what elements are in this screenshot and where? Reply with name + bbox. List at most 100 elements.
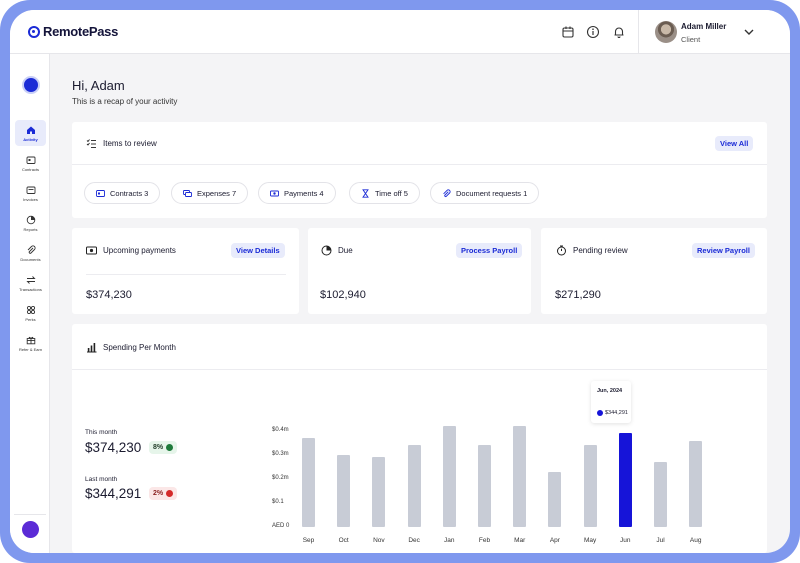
expenses-icon [183,189,192,197]
last-month-change-badge: 2% [149,487,178,500]
upcoming-payments-header: Upcoming payments [86,245,176,256]
user-role: Client [681,35,701,44]
x-axis-tick: Feb [478,537,491,544]
paperclip-icon [443,188,451,197]
card-divider [72,369,767,370]
chart-bar-apr[interactable] [548,471,562,527]
x-axis-tick: Nov [373,537,385,544]
sidebar-item-label: Refer & Earn [18,346,43,352]
view-all-button[interactable]: View All [715,136,754,151]
sidebar-item-label: Perks [25,316,36,322]
brand-logo-icon [28,25,40,38]
due-header: Due [321,245,353,256]
tooltip-value: $344,291 [605,410,628,416]
chart-bar-aug[interactable] [689,440,703,527]
review-chip-time-off[interactable]: Time off 5 [349,182,420,204]
transfer-icon [25,275,36,284]
sidebar-item-invoices[interactable]: Invoices [15,180,46,206]
last-month-value: $344,291 [85,486,142,501]
chart-bar-sep[interactable] [302,438,315,527]
x-axis-tick: Apr [549,537,560,544]
this-month-value: $374,230 [85,440,142,455]
bar-chart-icon [87,343,97,353]
review-chip-label: Time off 5 [375,188,408,198]
contract-icon [96,189,105,197]
review-chip-expenses[interactable]: Expenses 7 [171,182,249,204]
hourglass-icon [362,188,369,198]
clock-icon [321,245,332,256]
card-divider [72,164,767,165]
y-axis-tick: $0.2m [272,475,289,481]
chat-support-icon[interactable] [22,521,39,538]
review-chip-contracts[interactable]: Contracts 3 [84,182,161,204]
sidebar-item-contracts[interactable]: Contracts [15,150,46,176]
this-month-label: This month [85,429,118,436]
stopwatch-icon [557,245,566,256]
sidebar-item-reports[interactable]: Reports [15,210,46,236]
payment-icon [270,190,279,196]
review-chip-payments[interactable]: Payments 4 [258,182,336,204]
last-month-label: Last month [85,476,118,483]
chart-bar-dec[interactable] [407,445,421,527]
chart-tooltip: Jun, 2024 $344,291 [591,381,631,423]
chart-bar-jun[interactable] [618,433,632,527]
x-axis-tick: Jan [444,537,455,544]
cash-icon [86,246,97,255]
sidebar-item-label: Activity [23,136,38,142]
x-axis-tick: Sep [302,537,315,544]
x-axis-tick: May [583,537,597,544]
this-month-change: 8% [153,444,164,451]
sidebar: Activity Contracts Invoices Reports Docu… [10,54,50,553]
due-amount: $102,940 [320,289,366,301]
chevron-down-icon[interactable] [743,26,755,38]
upcoming-payments-amount: $374,230 [86,289,132,301]
tooltip-title: Jun, 2024 [597,388,623,394]
x-axis-tick: Jun [620,537,631,544]
page-subtitle: This is a recap of your activity [72,97,178,106]
brand-logo[interactable]: RemotePass [28,24,118,39]
sidebar-item-label: Transactions [19,286,42,292]
sidebar-item-label: Invoices [23,196,38,202]
spending-title: Spending Per Month [103,343,176,352]
items-to-review-title: Items to review [103,139,157,148]
pending-review-amount: $271,290 [555,289,601,301]
chart-bar-feb[interactable] [478,445,491,527]
upcoming-payments-title: Upcoming payments [103,246,176,255]
items-to-review-card [72,122,767,218]
x-axis-tick: Mar [514,537,526,544]
chart-bar-mar[interactable] [513,426,527,527]
sidebar-item-transactions[interactable]: Transactions [15,270,46,296]
spending-header: Spending Per Month [86,342,176,353]
chart-bar-jan[interactable] [442,426,456,527]
process-payroll-button[interactable]: Process Payroll [456,243,523,258]
x-axis-tick: Oct [338,537,349,544]
sidebar-item-perks[interactable]: Perks [15,300,46,326]
paperclip-icon [27,245,35,254]
review-chip-document-requests[interactable]: Document requests 1 [430,182,540,204]
chart-bar-jul[interactable] [654,462,667,527]
pending-review-title: Pending review [573,246,628,255]
sidebar-item-refer-earn[interactable]: Refer & Earn [15,330,46,356]
upcoming-payments-card [72,228,299,314]
review-chip-label: Contracts 3 [110,188,149,198]
chart-bar-may[interactable] [583,445,597,527]
view-details-button[interactable]: View Details [231,243,285,258]
company-avatar[interactable] [22,76,40,94]
review-payroll-button[interactable]: Review Payroll [692,243,755,258]
tooltip-series-dot [597,410,603,416]
sidebar-item-documents[interactable]: Documents [15,240,46,266]
arrow-down-icon [166,490,174,497]
chart-bar-oct[interactable] [337,455,351,527]
calendar-icon[interactable] [561,25,575,39]
bell-icon[interactable] [612,25,626,39]
last-month-change: 2% [153,490,164,497]
user-name: Adam Miller [681,22,727,31]
header-divider [638,10,639,54]
sidebar-item-activity[interactable]: Activity [15,120,46,146]
review-chip-label: Payments 4 [284,188,324,198]
y-axis-tick: $0.1 [272,499,284,505]
sidebar-divider [14,514,46,515]
avatar[interactable] [655,21,677,43]
chart-bar-nov[interactable] [372,457,386,527]
info-icon[interactable] [586,25,600,39]
